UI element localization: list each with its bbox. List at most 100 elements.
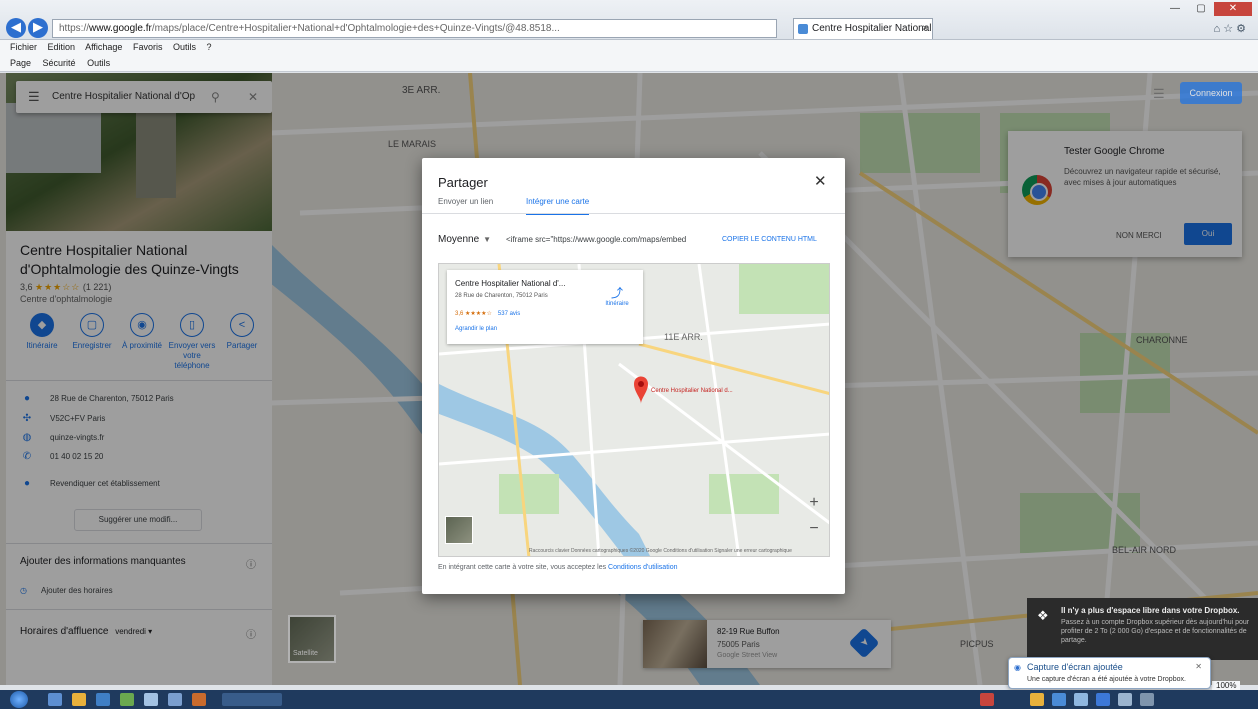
dialog-close-icon[interactable]: ✕ xyxy=(814,172,827,190)
tray-power-icon[interactable] xyxy=(1140,693,1154,706)
dialog-title: Partager xyxy=(438,175,488,190)
command-tools[interactable]: Outils xyxy=(87,58,110,68)
dropbox-notification[interactable]: ❖ Il n'y a plus d'espace libre dans votr… xyxy=(1027,598,1258,660)
start-button-icon[interactable] xyxy=(10,691,28,708)
terms-link[interactable]: Conditions d'utilisation xyxy=(608,564,677,571)
tab-close-icon[interactable]: × xyxy=(922,19,928,39)
menu-favorites[interactable]: Favoris xyxy=(133,42,163,52)
menu-view[interactable]: Affichage xyxy=(85,42,122,52)
preview-reviews-link[interactable]: 537 avis xyxy=(498,311,520,317)
tab-send-link[interactable]: Envoyer un lien xyxy=(438,197,493,213)
streetview-thumbnail xyxy=(643,620,707,668)
excel-taskbar-icon[interactable] xyxy=(120,693,134,706)
zoom-in-icon[interactable]: + xyxy=(803,490,825,516)
gear-icon[interactable]: ⚙ xyxy=(1236,23,1246,35)
command-security[interactable]: Sécurité xyxy=(43,58,76,68)
menu-tools[interactable]: Outils xyxy=(173,42,196,52)
back-arrow-icon[interactable]: ◀ xyxy=(6,18,26,38)
preview-directions-button[interactable]: ⤴ Itinéraire xyxy=(597,284,637,307)
dropbox-title: Il n'y a plus d'espace libre dans votre … xyxy=(1061,606,1240,615)
suggest-edit-button[interactable]: Suggérer une modifi... xyxy=(74,509,202,531)
rating-count[interactable]: (1 221) xyxy=(83,282,112,292)
zoom-level[interactable]: 100% xyxy=(1212,681,1241,690)
tray-dropbox-icon[interactable] xyxy=(1096,693,1110,706)
menu-icon[interactable]: ☰ xyxy=(28,81,40,113)
tray-folder-icon[interactable] xyxy=(1030,693,1044,706)
address-row[interactable]: ● 28 Rue de Charenton, 75012 Paris xyxy=(20,391,270,407)
tray-network-icon[interactable] xyxy=(1052,693,1066,706)
promo-yes-button[interactable]: Oui xyxy=(1184,223,1232,245)
preview-satellite-toggle[interactable] xyxy=(445,516,473,544)
navigate-icon[interactable]: ➤ xyxy=(848,627,880,659)
larger-map-link[interactable]: Agrandir le plan xyxy=(455,326,497,332)
map-preview[interactable]: 11E ARR. Centre Hospitalier National d..… xyxy=(438,263,830,557)
home-icon[interactable]: ⌂ xyxy=(1213,23,1220,35)
phone-row[interactable]: ✆ 01 40 02 15 20 xyxy=(20,449,270,465)
minimize-icon[interactable]: — xyxy=(1162,2,1188,16)
tray-flag-icon[interactable] xyxy=(1118,693,1132,706)
share-button[interactable]: < Partager xyxy=(218,313,266,351)
claim-row[interactable]: ● Revendiquer cet établissement xyxy=(20,476,270,492)
close-icon[interactable]: ✕ xyxy=(248,81,258,113)
word-taskbar-icon[interactable] xyxy=(96,693,110,706)
streetview-card[interactable]: 82-19 Rue Buffon 75005 Paris Google Stre… xyxy=(643,620,891,668)
search-icon[interactable]: ⚲ xyxy=(211,81,220,113)
terms-text: En intégrant cette carte à votre site, v… xyxy=(438,564,609,571)
preview-address: 28 Rue de Charenton, 75012 Paris xyxy=(455,293,548,299)
signin-button[interactable]: Connexion xyxy=(1180,82,1242,104)
action-label: Enregistrer xyxy=(72,341,112,350)
star-icon[interactable]: ☆ xyxy=(1223,23,1233,35)
outlook-taskbar-icon[interactable] xyxy=(144,693,158,706)
zoom-out-icon[interactable]: − xyxy=(803,516,825,542)
dropbox-desc: Passez à un compte Dropbox supérieur dès… xyxy=(1061,619,1250,644)
website-row[interactable]: ◍ quinze-vingts.fr xyxy=(20,430,270,446)
search-box[interactable]: ☰ Centre Hospitalier National d'Op ⚲ ✕ xyxy=(16,81,272,113)
satellite-layer-toggle[interactable]: Satellite xyxy=(288,615,336,663)
rating-stars-icon: ★★★☆☆ xyxy=(35,282,81,292)
save-button[interactable]: ▢ Enregistrer xyxy=(68,313,116,351)
day-select[interactable]: vendredi ▾ xyxy=(115,627,152,636)
menu-edit[interactable]: Edition xyxy=(48,42,76,52)
plus-code-icon: ✣ xyxy=(22,413,32,424)
ie-taskbar-icon[interactable] xyxy=(48,693,62,706)
tray-volume-icon[interactable] xyxy=(1074,693,1088,706)
chrome-promo-card: Tester Google Chrome Découvrez un naviga… xyxy=(1008,131,1242,257)
explorer-taskbar-icon[interactable] xyxy=(72,693,86,706)
copy-html-button[interactable]: COPIER LE CONTENU HTML xyxy=(722,230,817,250)
size-dropdown[interactable]: Moyenne ▼ xyxy=(438,234,491,245)
place-category[interactable]: Centre d'ophtalmologie xyxy=(20,294,112,304)
tray-app-icon[interactable] xyxy=(980,693,994,706)
verified-icon: ● xyxy=(23,478,31,489)
chrome-logo-icon xyxy=(1022,175,1052,205)
window-close-icon[interactable]: ✕ xyxy=(1214,2,1252,16)
nearby-button[interactable]: ◉ À proximité xyxy=(118,313,166,351)
add-hours-row[interactable]: ◷ Ajouter des horaires xyxy=(20,586,113,595)
location-pin-icon: ● xyxy=(23,393,31,404)
share-icon: < xyxy=(230,313,254,337)
menu-file[interactable]: Fichier xyxy=(10,42,37,52)
preview-label-11e: 11E ARR. xyxy=(664,332,703,342)
search-input[interactable]: Centre Hospitalier National d'Op xyxy=(52,91,195,102)
media-taskbar-icon[interactable] xyxy=(168,693,182,706)
help-icon[interactable]: ⓘ xyxy=(246,626,256,641)
directions-label: Itinéraire xyxy=(605,301,629,307)
maximize-icon[interactable]: ▢ xyxy=(1188,2,1214,16)
browser-tab[interactable]: Centre Hospitalier National ... × xyxy=(793,18,933,39)
capture-notification[interactable]: ◉ Capture d'écran ajoutée Une capture d'… xyxy=(1008,657,1211,689)
active-window-taskbar[interactable] xyxy=(222,693,282,706)
embed-code-field[interactable]: <iframe src="https://www.google.com/maps… xyxy=(506,230,714,250)
menu-help[interactable]: ? xyxy=(207,42,212,52)
info-icon[interactable]: ⓘ xyxy=(246,556,256,571)
forward-arrow-icon[interactable]: ▶ xyxy=(28,18,48,38)
plus-code-row[interactable]: ✣ V52C+FV Paris xyxy=(20,411,270,427)
add-hours-text: Ajouter des horaires xyxy=(40,586,113,595)
capture-close-icon[interactable]: ✕ xyxy=(1195,662,1202,671)
send-to-phone-button[interactable]: ▯ Envoyer vers votre téléphone xyxy=(168,313,216,371)
app-taskbar-icon[interactable] xyxy=(192,693,206,706)
command-page[interactable]: Page xyxy=(10,58,31,68)
promo-no-button[interactable]: NON MERCI xyxy=(1116,231,1162,240)
address-bar[interactable]: https://www.google.fr/maps/place/Centre+… xyxy=(52,19,777,38)
directions-button[interactable]: ◆ Itinéraire xyxy=(18,313,66,351)
apps-grid-icon[interactable]: ☰ xyxy=(1153,86,1165,102)
promo-title: Tester Google Chrome xyxy=(1064,146,1165,157)
